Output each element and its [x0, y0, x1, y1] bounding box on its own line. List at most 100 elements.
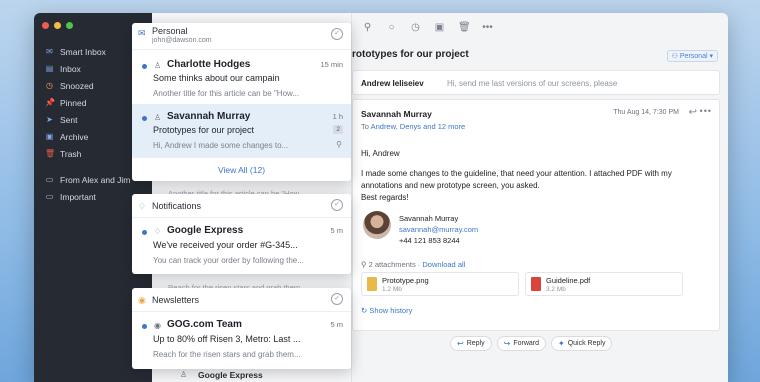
body-text: I made some changes to the guideline, th… — [361, 169, 672, 190]
signature-email[interactable]: savannah@murray.com — [399, 224, 539, 235]
sidebar-item-label: Important — [60, 191, 96, 202]
user-icon: ♙ — [154, 113, 162, 122]
sidebar-item-label: Sent — [60, 114, 78, 125]
attachment-name: Prototype.png — [382, 276, 429, 285]
send-icon: ➤ — [46, 115, 53, 124]
popover-header: ✉ Personal john@dawson.com ✓ — [132, 23, 351, 50]
user-icon: ♙ — [154, 61, 162, 70]
forward-icon: ↪ — [503, 339, 511, 348]
reading-pane: ⚲ ○ ◷ ▣ 🗑 ••• rototypes for our project … — [352, 13, 728, 382]
close-window-button[interactable] — [42, 22, 49, 29]
download-all-link[interactable]: Download all — [422, 260, 465, 269]
folder-icon: ▭ — [45, 175, 54, 184]
list-item[interactable]: ♙ Charlotte Hodges 15 min Some thinks ab… — [132, 50, 351, 104]
list-item[interactable]: ♢ Google Express 5 m We've received your… — [132, 218, 351, 274]
sidebar-item-label: Snoozed — [60, 80, 94, 91]
bell-icon: ♢ — [138, 201, 147, 211]
check-icon[interactable]: ✓ — [331, 199, 343, 211]
preview: Reach for the risen stars and grab them.… — [153, 350, 301, 359]
avatar — [363, 211, 391, 239]
recipients-link[interactable]: Andrew, Denys and 12 more — [371, 122, 466, 131]
subject: Up to 80% off Risen 3, Metro: Last ... — [153, 334, 301, 344]
attachment-card[interactable]: Prototype.png 1.2 Mb — [361, 272, 519, 296]
message-sender: Andrew Ieliseiev — [361, 79, 424, 88]
unread-dot — [142, 324, 147, 329]
signature-phone: +44 121 853 8244 — [399, 236, 460, 245]
reply-icon[interactable]: ↩ — [689, 107, 697, 118]
subject-row: rototypes for our project ⚇ Personal ▾ — [352, 49, 728, 65]
attachment-card[interactable]: Guideline.pdf 3.2 Mb — [525, 272, 683, 296]
group-title: Newsletters — [152, 295, 200, 305]
attachment-size: 1.2 Mb — [382, 286, 402, 293]
account-chip[interactable]: ⚇ Personal ▾ — [666, 50, 718, 62]
unread-dot — [142, 230, 147, 235]
archive-icon: ▣ — [45, 132, 54, 141]
snooze-icon[interactable]: ◷ — [410, 22, 421, 33]
toolbar: ⚲ ○ ◷ ▣ 🗑 ••• — [352, 13, 728, 41]
user-icon: ♙ — [180, 370, 188, 379]
clock-icon: ◷ — [46, 81, 53, 90]
message-actions: ↩ Reply ↪ Forward ✦ Quick Reply — [450, 336, 613, 351]
minimize-window-button[interactable] — [54, 22, 61, 29]
attachment-count: 2 attachments — [368, 260, 416, 269]
sender: Google Express — [167, 225, 244, 236]
quick-reply-button[interactable]: ✦ Quick Reply — [551, 336, 613, 351]
bell-icon: ♢ — [154, 227, 162, 236]
pin-icon[interactable]: ⚲ — [362, 22, 373, 33]
action-label: Quick Reply — [567, 340, 606, 347]
list-item[interactable]: ◉ GOG.com Team 5 m Up to 80% off Risen 3… — [132, 312, 351, 369]
paperclip-icon: ⚲ — [361, 260, 367, 269]
inbox-stack-icon: ✉ — [46, 47, 53, 56]
rss-icon: ◉ — [138, 295, 146, 305]
unread-dot — [142, 116, 147, 121]
reply-icon: ↩ — [457, 339, 464, 348]
open-message: Savannah Murray To Andrew, Denys and 12 … — [352, 99, 720, 331]
popover-header: ◉ Newsletters ✓ — [132, 288, 351, 312]
check-icon[interactable]: ✓ — [331, 28, 343, 40]
thread-count-badge: 2 — [333, 125, 343, 134]
sidebar-item-label: Smart Inbox — [60, 46, 106, 57]
greeting: Hi, Andrew — [361, 149, 400, 158]
message-recipients: To Andrew, Denys and 12 more — [361, 122, 465, 131]
rss-icon: ◉ — [154, 321, 161, 330]
image-file-icon — [367, 277, 377, 291]
attachment-size: 3.2 Mb — [546, 286, 566, 293]
account-email: john@dawson.com — [152, 37, 212, 44]
attachment-name: Guideline.pdf — [546, 276, 591, 285]
closing: Best regards! — [361, 193, 409, 202]
trash-icon[interactable]: 🗑 — [458, 22, 471, 33]
mark-done-icon[interactable]: ○ — [386, 22, 397, 33]
forward-button[interactable]: ↪ Forward — [496, 336, 546, 351]
subject: Prototypes for our project — [153, 125, 255, 135]
quick-reply-icon: ✦ — [558, 339, 565, 348]
preview: Another title for this article can be "H… — [153, 89, 300, 98]
preview: You can track your order by following th… — [153, 256, 304, 265]
more-icon[interactable]: ••• — [700, 106, 712, 116]
time: 5 m — [330, 226, 343, 235]
subject: We've received your order #G-345... — [153, 240, 298, 250]
show-history-link[interactable]: ↻ Show history — [361, 306, 412, 315]
paperclip-icon: ⚲ — [336, 140, 342, 149]
zoom-window-button[interactable] — [66, 22, 73, 29]
message-date: Thu Aug 14, 7:30 PM — [613, 109, 679, 116]
to-prefix: To — [361, 122, 369, 131]
message-body: Hi, Andrew I made some changes to the gu… — [361, 148, 696, 204]
sidebar-item-label: From Alex and Jim — [60, 174, 131, 185]
reply-button[interactable]: ↩ Reply — [450, 336, 492, 351]
check-icon[interactable]: ✓ — [331, 293, 343, 305]
action-label: Reply — [466, 340, 485, 347]
view-all-link[interactable]: View All (12) — [132, 157, 351, 181]
message-snippet: Hi, send me last versions of our screens… — [447, 79, 618, 88]
sender: GOG.com Team — [167, 319, 242, 330]
collapsed-message[interactable]: Andrew Ieliseiev Hi, send me last versio… — [352, 70, 720, 95]
account-label: Personal — [679, 53, 708, 60]
list-item[interactable]: ♙ Savannah Murray 1 h Prototypes for our… — [132, 104, 351, 157]
preview: Hi, Andrew I made some changes to... — [153, 141, 289, 150]
more-icon[interactable]: ••• — [482, 22, 493, 33]
message-sender: Savannah Murray — [361, 109, 432, 119]
list-item-sender[interactable]: Google Express — [198, 370, 263, 380]
group-title: Notifications — [152, 201, 202, 211]
account-title: Personal — [152, 26, 188, 36]
archive-icon[interactable]: ▣ — [434, 22, 445, 33]
attachments-header: ⚲ 2 attachments · Download all — [361, 260, 466, 269]
